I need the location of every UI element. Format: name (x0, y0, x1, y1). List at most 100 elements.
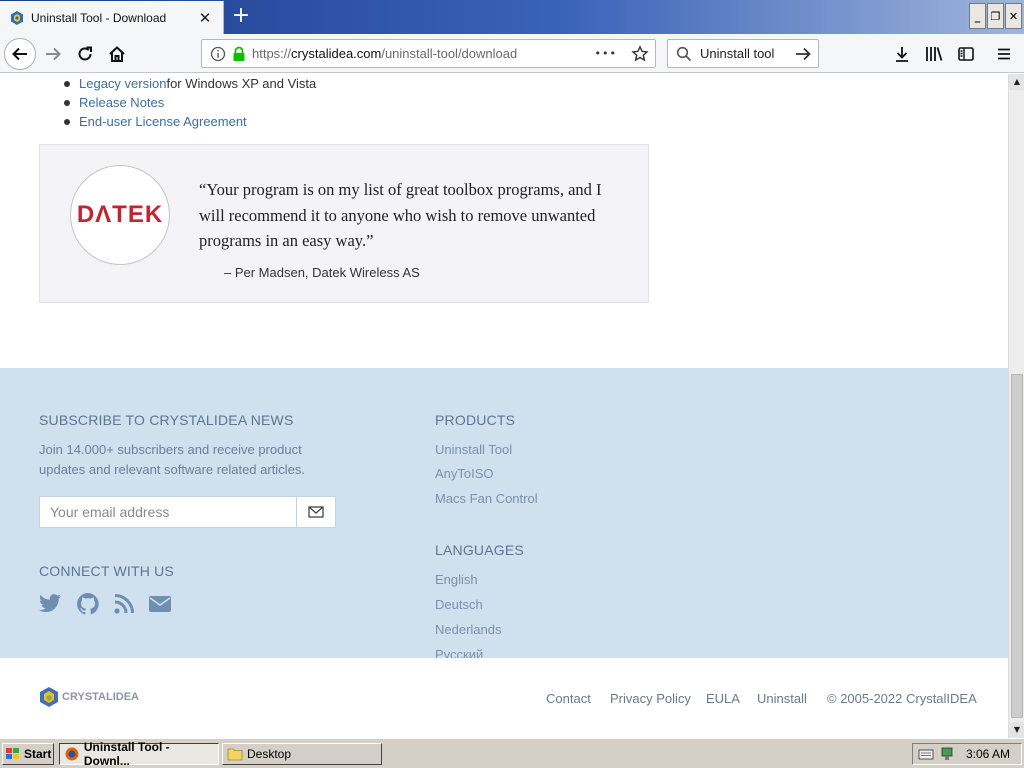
email-input[interactable]: Your email address (39, 496, 297, 528)
copyright: © 2005-2022 CrystalIDEA (827, 691, 977, 706)
release-notes-link[interactable]: Release Notes (79, 95, 164, 110)
product-link-anytoiso[interactable]: AnyToISO (435, 466, 494, 481)
subscribe-text: Join 14.000+ subscribers and receive pro… (39, 442, 305, 477)
products-heading: PRODUCTS (435, 412, 516, 428)
tab-title: Uninstall Tool - Download (31, 10, 167, 25)
product-link-uninstall-tool[interactable]: Uninstall Tool (435, 442, 512, 457)
minimize-icon[interactable]: _ (969, 3, 986, 29)
twitter-icon (39, 594, 61, 612)
download-icon (896, 47, 908, 62)
sidebar-button[interactable] (954, 42, 978, 66)
network-icon[interactable] (940, 746, 956, 762)
link-suffix: for Windows XP and Vista (166, 76, 317, 91)
back-arrow-icon (12, 47, 27, 61)
crystalidea-logo-icon (40, 687, 58, 707)
footer-link-privacy-policy[interactable]: Privacy Policy (610, 691, 691, 706)
taskbar-item-label: Uninstall Tool - Downl... (83, 740, 170, 768)
scroll-down-icon[interactable]: ▼ (1009, 722, 1024, 738)
search-input[interactable]: Uninstall tool (700, 46, 794, 61)
forward-button[interactable] (41, 42, 65, 66)
testimonial-quote: “Your program is on my list of great too… (199, 180, 602, 250)
back-button[interactable] (4, 38, 36, 70)
url-path: /uninstall-tool/download (381, 46, 518, 61)
system-tray: 3:06 AM (912, 743, 1022, 765)
legacy-version-link[interactable]: Legacy version (79, 76, 166, 91)
address-bar[interactable]: https://crystalidea.com/uninstall-tool/d… (201, 39, 656, 68)
taskbar-item-firefox[interactable]: Uninstall Tool - Downl... (59, 740, 219, 768)
scrollbar-thumb[interactable] (1011, 374, 1023, 718)
github-icon (77, 593, 99, 615)
footer-link-uninstall[interactable]: Uninstall (757, 691, 807, 706)
sidebar-icon (958, 47, 974, 61)
envelope-icon (308, 506, 324, 518)
page-actions-icon[interactable]: ••• (595, 47, 617, 60)
rss-link[interactable] (112, 592, 136, 616)
footer-link-eula[interactable]: EULA (706, 691, 740, 706)
menu-button[interactable] (992, 42, 1016, 66)
lock-icon (233, 46, 245, 61)
bullet (64, 118, 70, 125)
taskbar-item-desktop[interactable]: Desktop (222, 743, 382, 765)
hamburger-menu-icon (998, 48, 1010, 60)
search-icon (676, 46, 692, 61)
url-scheme: https:// (252, 46, 292, 61)
forward-arrow-icon (46, 47, 61, 61)
language-link-deutsch[interactable]: Deutsch (435, 597, 483, 612)
scroll-up-icon[interactable]: ▲ (1009, 74, 1024, 90)
home-button[interactable] (105, 42, 129, 66)
close-window-icon[interactable]: ✕ (1005, 3, 1022, 29)
downloads-button[interactable] (890, 42, 914, 66)
clock: 3:06 AM (966, 747, 1011, 761)
testimonial-author: – Per Madsen, Datek Wireless AS (224, 265, 420, 280)
footer-main: SUBSCRIBE TO CRYSTALIDEA NEWS Join 14.00… (0, 368, 1008, 662)
start-label: Start (24, 747, 52, 761)
logo-text: DΛTEK (76, 201, 164, 228)
url-text[interactable]: https://crystalidea.com/uninstall-tool/d… (252, 46, 595, 61)
taskbar: Start Uninstall Tool - Downl... Desktop … (0, 738, 1024, 768)
testimonial-card: DΛTEK “Your program is on my list of gre… (39, 144, 649, 303)
subscribe-button[interactable] (296, 496, 336, 528)
restore-icon[interactable]: ❐ (987, 3, 1004, 29)
tab-close-icon[interactable]: ✕ (195, 9, 215, 27)
taskbar-item-label: Desktop (247, 747, 292, 761)
window-controls: _ ❐ ✕ (969, 3, 1022, 29)
tab-uninstall-tool[interactable]: Uninstall Tool - Download ✕ (0, 1, 224, 34)
subscribe-heading: SUBSCRIBE TO CRYSTALIDEA NEWS (39, 412, 294, 428)
reload-button[interactable] (73, 42, 97, 66)
list-item: End-user License Agreement (64, 112, 316, 131)
search-go-arrow-icon[interactable] (794, 45, 812, 63)
languages-heading: LANGUAGES (435, 542, 524, 558)
eula-link[interactable]: End-user License Agreement (79, 114, 247, 129)
footer-link-contact[interactable]: Contact (546, 691, 591, 706)
datek-logo: DΛTEK (70, 165, 170, 265)
nav-toolbar: https://crystalidea.com/uninstall-tool/d… (0, 34, 1024, 73)
firefox-icon (65, 747, 79, 761)
home-icon (109, 46, 125, 62)
library-button[interactable] (922, 42, 946, 66)
windows-logo-icon (6, 748, 19, 759)
folder-icon (227, 748, 243, 761)
email-link[interactable] (148, 592, 172, 616)
twitter-link[interactable] (38, 592, 62, 616)
product-link-macs-fan-control[interactable]: Macs Fan Control (435, 491, 538, 506)
bullet (64, 80, 70, 87)
footer-bottom: CRYSTALIDEA Contact Privacy Policy EULA … (0, 658, 1008, 738)
keyboard-icon[interactable] (918, 748, 934, 760)
brand-name: CRYSTALIDEA (62, 691, 139, 703)
info-icon[interactable] (210, 46, 226, 62)
search-bar[interactable]: Uninstall tool (667, 39, 819, 68)
download-links-list: Legacy version for Windows XP and Vista … (64, 74, 316, 131)
language-link-english[interactable]: English (435, 572, 478, 587)
new-tab-button[interactable]: + (228, 4, 254, 30)
language-link-nederlands[interactable]: Nederlands (435, 622, 502, 637)
mail-icon (149, 596, 171, 612)
github-link[interactable] (76, 592, 100, 616)
reload-icon (78, 46, 92, 61)
page-viewport: Legacy version for Windows XP and Vista … (0, 74, 1008, 738)
bullet (64, 99, 70, 106)
tab-strip: Uninstall Tool - Download ✕ + _ ❐ ✕ (0, 0, 1024, 34)
vertical-scrollbar[interactable]: ▲ ▼ (1008, 74, 1024, 738)
bookmark-star-icon[interactable] (631, 44, 649, 63)
start-button[interactable]: Start (2, 743, 54, 765)
crystalidea-logo[interactable]: CRYSTALIDEA (39, 686, 139, 708)
